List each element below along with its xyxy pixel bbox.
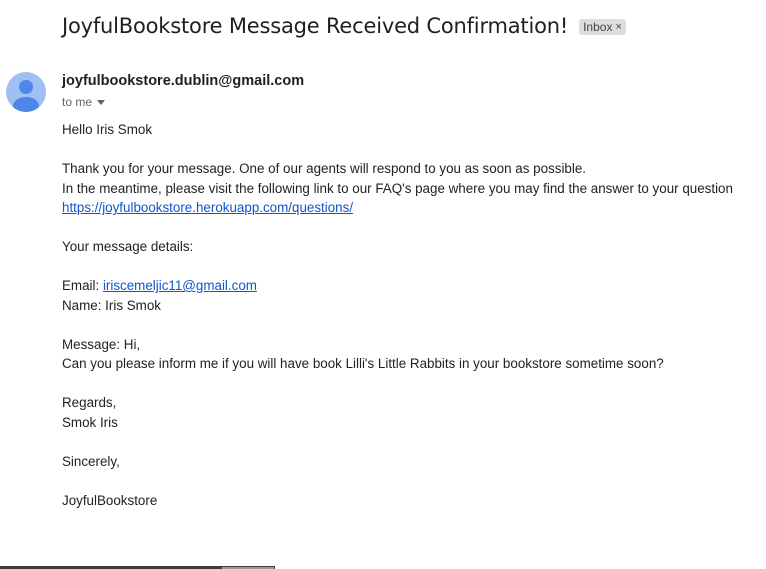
sender-avatar[interactable]: [6, 72, 46, 112]
name-detail-line: Name: Iris Smok: [62, 297, 161, 313]
email-view: JoyfulBookstore Message Received Confirm…: [0, 0, 766, 569]
thanks-line: Thank you for your message. One of our a…: [62, 161, 587, 176]
details-heading: Your message details:: [62, 239, 194, 254]
regards-line: Regards,: [62, 395, 117, 410]
faq-link-line: https://joyfulbookstore.herokuapp.com/qu…: [62, 198, 752, 218]
person-icon: [13, 80, 39, 112]
faq-text-line: In the meantime, please visit the follow…: [62, 180, 733, 196]
subject-row: JoyfulBookstore Message Received Confirm…: [62, 14, 626, 38]
email-body: Hello Iris Smok Thank you for your messa…: [62, 120, 752, 510]
sender-address[interactable]: joyfulbookstore.dublin@gmail.com: [62, 73, 304, 89]
email-detail-link[interactable]: iriscemeljic11@gmail.com: [103, 278, 257, 293]
recipient-row[interactable]: to me: [62, 95, 106, 109]
inbox-label-text: Inbox: [583, 20, 613, 34]
email-detail-label: Email:: [62, 278, 103, 293]
recipient-text: to me: [62, 95, 93, 109]
sincerely-line: Sincerely,: [62, 453, 120, 469]
greeting-line: Hello Iris Smok: [62, 122, 153, 137]
message-text-line: Can you please inform me if you will hav…: [62, 356, 664, 371]
recipient-details-chevron-down-icon[interactable]: [97, 99, 106, 105]
signature-line: JoyfulBookstore: [62, 492, 158, 508]
inbox-label-chip[interactable]: Inbox ×: [579, 19, 626, 35]
email-detail-line: Email: iriscemeljic11@gmail.com: [62, 276, 752, 296]
message-label-line: Message: Hi,: [62, 336, 141, 352]
email-subject: JoyfulBookstore Message Received Confirm…: [62, 14, 569, 38]
regards-name-line: Smok Iris: [62, 414, 118, 430]
remove-label-icon[interactable]: ×: [615, 19, 621, 35]
faq-link[interactable]: https://joyfulbookstore.herokuapp.com/qu…: [62, 200, 353, 215]
